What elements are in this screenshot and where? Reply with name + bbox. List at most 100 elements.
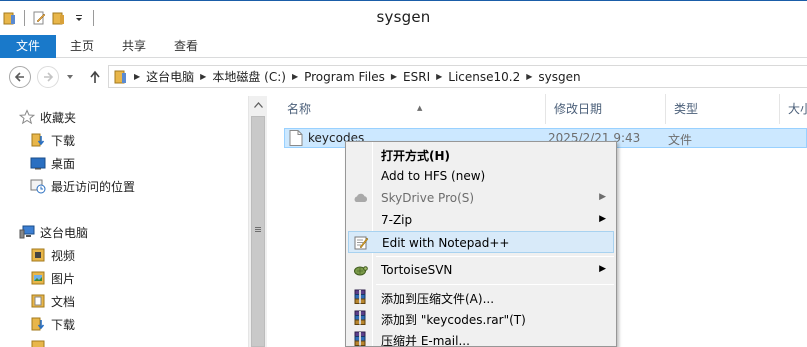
videos-icon	[30, 247, 46, 263]
navigation-pane: 收藏夹 下载 桌面 最近访问的位置 这台电脑 视频 图片 文档 下载	[0, 94, 270, 347]
nav-downloads-pc-label: 下载	[51, 317, 76, 332]
breadcrumb-esri[interactable]: ESRI	[398, 70, 435, 84]
file-type: 文件	[668, 133, 693, 147]
up-button[interactable]	[84, 66, 106, 88]
menu-item-add-to-hfs[interactable]: Add to HFS (new)	[348, 165, 614, 187]
nav-downloads[interactable]: 下载	[30, 130, 75, 150]
cloud-icon	[351, 189, 369, 207]
menu-item-add-to-keycodes-rar[interactable]: 添加到 "keycodes.rar"(T)	[348, 307, 614, 329]
breadcrumb-license[interactable]: License10.2	[443, 70, 525, 84]
nav-pictures-label: 图片	[51, 271, 76, 286]
up-arrow-icon	[90, 70, 100, 83]
window-title: sysgen	[376, 8, 431, 26]
menu-item-label: 压缩并 E-mail...	[381, 334, 470, 347]
menu-item-label: SkyDrive Pro(S)	[381, 191, 475, 205]
recent-locations-button[interactable]	[63, 66, 77, 88]
pictures-icon	[30, 270, 46, 286]
winrar-icon	[351, 330, 369, 346]
desktop-icon	[30, 155, 46, 171]
grip-line	[255, 229, 261, 230]
nav-recent-places[interactable]: 最近访问的位置	[30, 176, 135, 196]
nav-videos[interactable]: 视频	[30, 245, 75, 265]
context-menu: 打开方式(H) Add to HFS (new) SkyDrive Pro(S)…	[345, 141, 617, 347]
column-type-label: 类型	[674, 102, 699, 116]
downloads-icon	[30, 132, 46, 148]
menu-item-7zip[interactable]: 7-Zip ▶	[348, 209, 614, 231]
sort-ascending-icon: ▲	[417, 104, 423, 112]
column-header-name[interactable]: 名称 ▲	[279, 94, 546, 124]
menu-item-label: Edit with Notepad++	[382, 236, 510, 250]
menu-item-label: TortoiseSVN	[381, 263, 453, 277]
breadcrumb-separator[interactable]: ▶	[133, 72, 141, 81]
menu-item-tortoise-svn[interactable]: TortoiseSVN ▶	[348, 259, 614, 281]
chevron-down-icon	[67, 75, 73, 79]
tortoise-svn-icon	[351, 261, 369, 279]
chevron-up-icon	[253, 102, 263, 108]
navigation-bar: ▶ 这台电脑 ▶ 本地磁盘 (C:) ▶ Program Files ▶ ESR…	[0, 59, 807, 94]
breadcrumb-separator[interactable]: ▶	[291, 72, 299, 81]
title-bar: sysgen	[0, 0, 807, 35]
file-icon	[289, 130, 303, 149]
nav-documents-label: 文档	[51, 294, 76, 309]
column-header-modified[interactable]: 修改日期	[546, 94, 666, 124]
nav-videos-label: 视频	[51, 248, 76, 263]
tab-view[interactable]: 查看	[162, 35, 214, 58]
nav-documents[interactable]: 文档	[30, 291, 75, 311]
breadcrumb-this-pc[interactable]: 这台电脑	[141, 68, 199, 85]
breadcrumb-local-disk[interactable]: 本地磁盘 (C:)	[207, 68, 291, 85]
tab-home[interactable]: 主页	[56, 35, 110, 58]
column-size-label: 大小	[788, 102, 807, 116]
menu-item-edit-with-notepad-plus-plus[interactable]: Edit with Notepad++	[348, 231, 614, 253]
music-icon	[30, 339, 46, 347]
column-header-type[interactable]: 类型	[666, 94, 780, 124]
nav-recent-places-label: 最近访问的位置	[51, 179, 136, 194]
breadcrumb-separator[interactable]: ▶	[390, 72, 398, 81]
breadcrumb-program-files[interactable]: Program Files	[299, 70, 390, 84]
breadcrumb-sysgen[interactable]: sysgen	[533, 70, 585, 84]
menu-item-label: Add to HFS (new)	[381, 169, 486, 183]
grip-line	[255, 227, 261, 228]
nav-favorites-label: 收藏夹	[40, 110, 77, 125]
forward-button[interactable]	[37, 66, 59, 88]
scroll-thumb[interactable]	[251, 116, 265, 347]
breadcrumb-separator[interactable]: ▶	[435, 72, 443, 81]
submenu-arrow-icon: ▶	[599, 214, 606, 224]
documents-icon	[30, 293, 46, 309]
ribbon-tabs: 文件 主页 共享 查看	[0, 35, 807, 58]
nav-desktop[interactable]: 桌面	[30, 153, 75, 173]
menu-item-add-to-archive[interactable]: 添加到压缩文件(A)...	[348, 286, 614, 308]
grip-line	[255, 231, 261, 232]
nav-music[interactable]	[30, 337, 51, 347]
submenu-arrow-icon: ▶	[599, 192, 606, 202]
nav-this-pc[interactable]: 这台电脑	[19, 222, 88, 242]
tab-file[interactable]: 文件	[0, 35, 56, 58]
star-icon	[19, 109, 35, 125]
address-bar[interactable]: ▶ 这台电脑 ▶ 本地磁盘 (C:) ▶ Program Files ▶ ESR…	[108, 65, 807, 88]
folder-icon	[113, 69, 129, 85]
back-button[interactable]	[9, 66, 31, 88]
column-header-size[interactable]: 大小	[780, 94, 807, 124]
nav-scrollbar[interactable]	[248, 96, 267, 347]
breadcrumb-separator[interactable]: ▶	[199, 72, 207, 81]
menu-item-label: 添加到 "keycodes.rar"(T)	[381, 313, 526, 327]
column-modified-label: 修改日期	[554, 102, 603, 116]
forward-arrow-icon	[44, 72, 54, 82]
menu-item-compress-and-email[interactable]: 压缩并 E-mail...	[348, 328, 614, 347]
menu-item-skydrive-pro[interactable]: SkyDrive Pro(S) ▶	[348, 187, 614, 209]
breadcrumb-separator[interactable]: ▶	[525, 72, 533, 81]
scroll-up-button[interactable]	[249, 96, 267, 114]
nav-pictures[interactable]: 图片	[30, 268, 75, 288]
column-name-label: 名称	[287, 102, 312, 116]
menu-item-open-with[interactable]: 打开方式(H)	[348, 143, 614, 165]
nav-this-pc-label: 这台电脑	[40, 225, 89, 240]
nav-desktop-label: 桌面	[51, 156, 76, 171]
winrar-icon	[351, 309, 369, 327]
tab-share[interactable]: 共享	[110, 35, 162, 58]
nav-downloads-label: 下载	[51, 133, 76, 148]
menu-item-label: 7-Zip	[381, 213, 413, 227]
winrar-icon	[351, 288, 369, 306]
computer-icon	[19, 224, 35, 240]
nav-favorites[interactable]: 收藏夹	[19, 107, 76, 127]
nav-downloads-pc[interactable]: 下载	[30, 314, 75, 334]
notepad-plus-plus-icon	[352, 234, 370, 252]
